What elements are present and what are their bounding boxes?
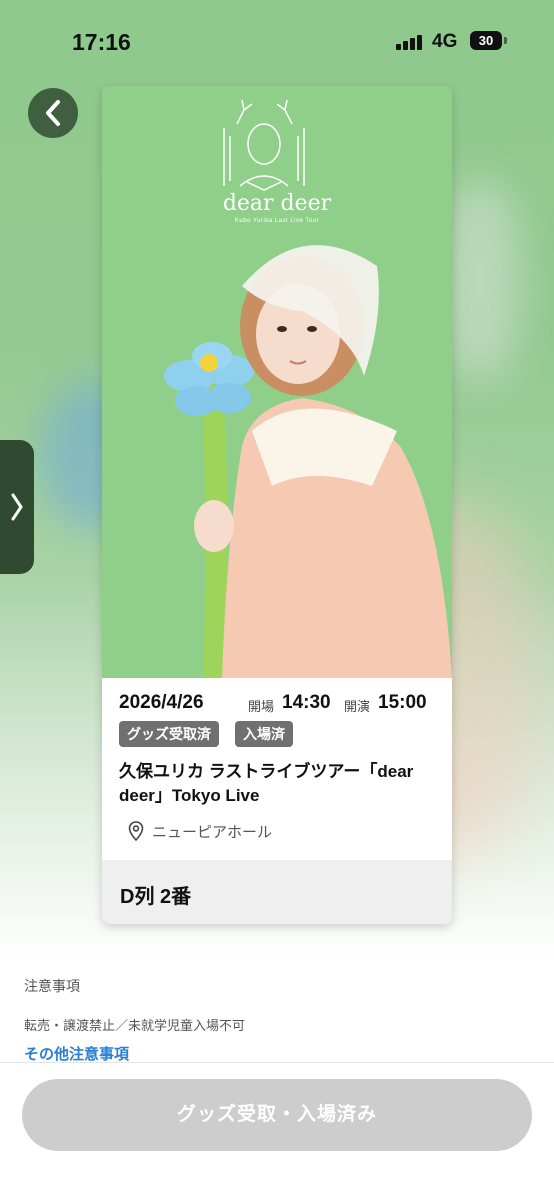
venue[interactable]: ニューピアホール (128, 820, 272, 842)
ticket-card[interactable]: dear deer Kubo Yurika Last Live Tour 202… (102, 86, 452, 924)
entered-badge: 入場済 (235, 721, 293, 747)
deer-logo-icon (223, 99, 305, 191)
doors-open-label: 開場 (248, 699, 275, 714)
ticket-info: 2026/4/26 開場 14:30 開演 15:00 グッズ受取済 入場済 久… (102, 678, 452, 860)
back-button[interactable] (28, 88, 78, 138)
status-time: 17:16 (72, 29, 131, 55)
notes-heading: 注意事項 (24, 978, 80, 994)
network-type: 4G (432, 31, 458, 52)
divider (0, 1062, 554, 1063)
event-date: 2026/4/26 (119, 692, 204, 713)
venue-name: ニューピアホール (152, 823, 273, 841)
background-blur-bonnet (440, 180, 520, 380)
tour-logo-subtitle: Kubo Yurika Last Live Tour (234, 218, 320, 224)
goods-received-badge: グッズ受取済 (119, 721, 219, 747)
status-bar: 17:16 4G 30 (0, 0, 554, 80)
event-title: 久保ユリカ ラストライブツアー「dear deer」Tokyo Live (119, 762, 414, 805)
goods-entry-completed-button[interactable]: グッズ受取・入場済み (22, 1079, 532, 1151)
other-notes-link[interactable]: その他注意事項 (24, 1043, 129, 1064)
battery-icon: 30 (470, 31, 502, 50)
tour-logo-title: dear deer (222, 191, 332, 216)
battery-tip-icon (504, 37, 507, 44)
chevron-left-icon (46, 100, 60, 126)
notes-text: 転売・譲渡禁止／未就学児童入場不可 (24, 1018, 246, 1033)
seat-number: D列 2番 (120, 886, 192, 908)
chevron-right-icon (11, 493, 23, 521)
artist-photo: dear deer Kubo Yurika Last Live Tour (102, 86, 452, 678)
show-start-label: 開演 (344, 699, 371, 714)
show-start-time: 15:00 (378, 692, 427, 713)
signal-icon (396, 34, 424, 50)
location-pin-icon (128, 821, 144, 841)
doors-open-time: 14:30 (282, 692, 331, 713)
photo-illustration (164, 99, 452, 678)
balloon-flower (164, 342, 254, 416)
side-panel-toggle[interactable] (0, 440, 34, 574)
seat-section: D列 2番 (102, 860, 452, 924)
